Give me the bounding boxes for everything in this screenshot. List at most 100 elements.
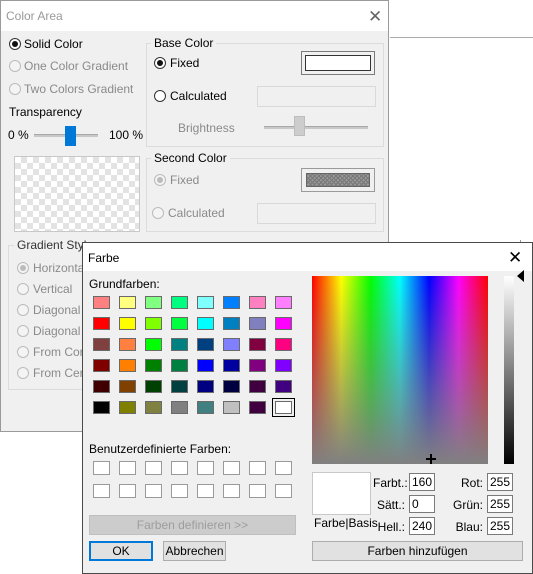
two-colors-gradient-radio[interactable] [9,83,21,95]
hue-field[interactable]: 160 [409,473,435,491]
green-field[interactable]: 255 [487,495,513,513]
custom-color-swatch[interactable] [119,461,136,475]
basic-color-swatch[interactable] [249,401,266,414]
transparency-slider-thumb[interactable] [65,126,76,146]
basic-color-swatch[interactable] [171,296,188,309]
custom-color-swatch[interactable] [93,461,110,475]
color-spectrum[interactable] [312,276,488,464]
add-colors-button[interactable]: Farben hinzufügen [312,541,523,561]
basic-color-swatch[interactable] [197,296,214,309]
brightness-slider-track[interactable] [264,126,368,129]
custom-color-swatch[interactable] [275,484,292,498]
basic-color-swatch[interactable] [145,401,162,414]
basic-color-swatch[interactable] [93,359,110,372]
basic-color-swatch[interactable] [93,338,110,351]
basic-color-swatch[interactable] [145,380,162,393]
custom-color-swatch[interactable] [197,484,214,498]
solid-color-radio[interactable] [9,38,21,50]
basic-color-swatch[interactable] [197,401,214,414]
custom-color-swatch[interactable] [197,461,214,475]
basic-color-swatch[interactable] [249,296,266,309]
gradient-diagonal-up-radio[interactable] [17,325,29,337]
close-icon[interactable]: ✕ [508,249,522,266]
define-colors-button[interactable]: Farben definieren >> [89,515,296,535]
gradient-from-center-radio[interactable] [17,367,29,379]
basic-color-swatch[interactable] [93,380,110,393]
basic-color-swatch[interactable] [197,359,214,372]
basic-color-swatch[interactable] [171,401,188,414]
gradient-horizontal-radio[interactable] [17,262,29,274]
basic-color-swatch[interactable] [197,380,214,393]
basic-color-swatch[interactable] [93,401,110,414]
basic-color-swatch[interactable] [197,317,214,330]
one-color-gradient-radio[interactable] [9,60,21,72]
custom-color-swatch[interactable] [171,484,188,498]
custom-color-swatch[interactable] [249,461,266,475]
second-color-button[interactable] [301,168,375,192]
basic-color-swatch[interactable] [272,398,295,417]
basic-color-swatch[interactable] [119,317,136,330]
saturation-label: Sätt.: [376,498,405,512]
second-calculated-field[interactable] [257,203,376,224]
custom-color-swatch[interactable] [145,484,162,498]
basic-color-swatch[interactable] [223,296,240,309]
basic-color-swatch[interactable] [275,380,292,393]
basic-color-swatch[interactable] [249,338,266,351]
basic-color-swatch[interactable] [275,338,292,351]
basic-color-swatch[interactable] [171,317,188,330]
base-color-button[interactable] [301,51,375,75]
red-field[interactable]: 255 [487,473,513,491]
basic-color-swatch[interactable] [275,317,292,330]
custom-color-swatch[interactable] [249,484,266,498]
second-fixed-radio[interactable] [154,174,166,186]
custom-color-swatch[interactable] [275,461,292,475]
cancel-button[interactable]: Abbrechen [163,541,226,561]
basic-color-swatch[interactable] [119,359,136,372]
gradient-diagonal-down-radio[interactable] [17,304,29,316]
gradient-from-corner-radio[interactable] [17,346,29,358]
basic-color-swatch[interactable] [223,380,240,393]
basic-color-swatch[interactable] [171,338,188,351]
basic-color-swatch[interactable] [223,401,240,414]
basic-color-swatch[interactable] [171,380,188,393]
base-calculated-field[interactable] [257,86,376,107]
custom-color-swatch[interactable] [223,484,240,498]
basic-color-swatch[interactable] [93,317,110,330]
basic-color-swatch[interactable] [249,317,266,330]
base-calculated-radio[interactable] [154,90,166,102]
basic-color-swatch[interactable] [145,359,162,372]
basic-color-swatch[interactable] [223,338,240,351]
saturation-field[interactable]: 0 [409,495,435,513]
basic-color-swatch[interactable] [93,296,110,309]
basic-color-swatch[interactable] [197,338,214,351]
second-calculated-radio[interactable] [152,207,164,219]
custom-color-swatch[interactable] [93,484,110,498]
base-fixed-radio[interactable] [154,57,166,69]
basic-color-swatch[interactable] [223,359,240,372]
brightness-slider-thumb[interactable] [294,116,305,136]
luminosity-arrow-icon[interactable] [517,270,524,282]
custom-color-swatch[interactable] [145,461,162,475]
close-icon[interactable]: ✕ [368,8,382,25]
basic-color-swatch[interactable] [119,380,136,393]
basic-color-swatch[interactable] [249,359,266,372]
basic-color-swatch[interactable] [119,401,136,414]
gradient-vertical-radio[interactable] [17,283,29,295]
basic-color-swatch[interactable] [171,359,188,372]
basic-color-swatch[interactable] [145,317,162,330]
ok-button[interactable]: OK [89,541,153,561]
basic-color-swatch[interactable] [119,296,136,309]
custom-color-swatch[interactable] [223,461,240,475]
basic-color-swatch[interactable] [119,338,136,351]
luminosity-bar[interactable] [504,276,514,464]
basic-color-swatch[interactable] [145,338,162,351]
basic-color-swatch[interactable] [249,380,266,393]
luminosity-field[interactable]: 240 [409,517,435,535]
basic-color-swatch[interactable] [223,317,240,330]
basic-color-swatch[interactable] [145,296,162,309]
custom-color-swatch[interactable] [171,461,188,475]
blue-field[interactable]: 255 [487,517,513,535]
basic-color-swatch[interactable] [275,359,292,372]
basic-color-swatch[interactable] [275,296,292,309]
custom-color-swatch[interactable] [119,484,136,498]
